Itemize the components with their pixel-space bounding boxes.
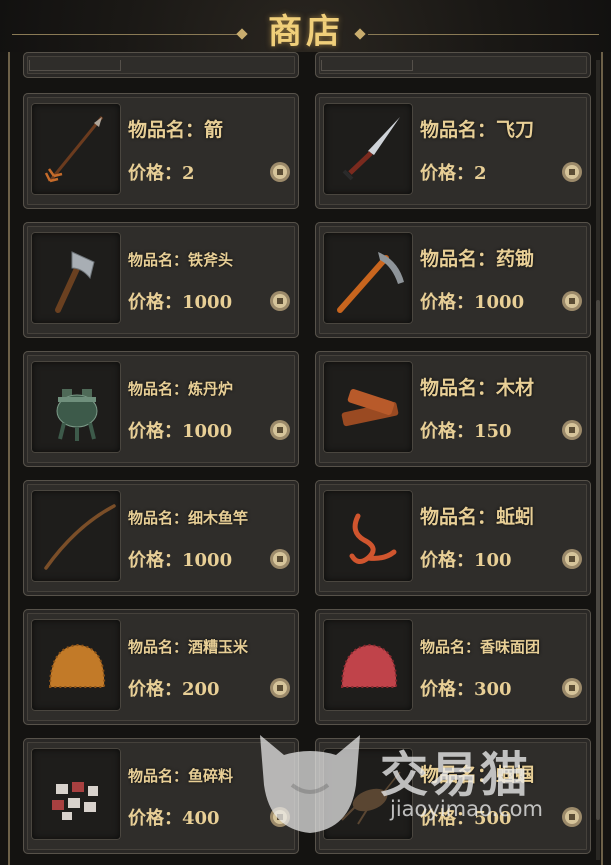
shop-item-card[interactable]: 物品名：药锄 价格：1000 [315, 222, 591, 338]
coin-icon [270, 807, 290, 827]
item-price: 价格：200 [128, 679, 220, 700]
item-price: 价格：150 [420, 421, 512, 442]
iron-axe-icon [55, 251, 95, 313]
cricket-icon [341, 771, 401, 825]
item-slot [323, 619, 413, 711]
item-name: 物品名：药锄 [420, 248, 535, 270]
header-divider-left [12, 34, 242, 35]
dough-bait-icon [340, 643, 398, 688]
item-slot [31, 748, 121, 840]
coin-icon [562, 162, 582, 182]
item-name: 物品名：酒糟玉米 [128, 638, 249, 656]
shop-item-card[interactable]: 物品名：铁斧头 价格：1000 [23, 222, 299, 338]
alchemy-furnace-icon [56, 389, 98, 441]
item-price: 价格：1000 [128, 550, 233, 571]
item-price: 价格：300 [420, 679, 512, 700]
item-slot [31, 619, 121, 711]
item-name: 物品名：细木鱼竿 [128, 509, 249, 527]
coin-icon [270, 549, 290, 569]
shop-item-card[interactable]: 物品名：蝈蝈 价格：500 [315, 738, 591, 854]
item-slot [323, 490, 413, 582]
shop-item-card[interactable]: 物品名：炼丹炉 价格：1000 [23, 351, 299, 467]
throwing-knife-icon [342, 117, 400, 181]
shop-item-card[interactable]: 物品名：飞刀 价格：2 [315, 93, 591, 209]
shop-item-card[interactable]: 物品名：香味面团 价格：300 [315, 609, 591, 725]
item-name: 物品名：箭 [128, 119, 224, 141]
item-name: 物品名：飞刀 [420, 119, 535, 141]
item-name: 物品名：香味面团 [420, 638, 541, 656]
item-price: 价格：1000 [128, 292, 233, 313]
shop-item-card-partial[interactable] [23, 52, 299, 78]
shop-item-card-partial[interactable] [315, 52, 591, 78]
item-price: 价格：400 [128, 808, 220, 829]
page-title: 商店 [268, 12, 344, 52]
corn-bait-icon [48, 643, 106, 688]
fishing-rod-icon [44, 504, 116, 570]
item-price: 价格：2 [128, 163, 195, 184]
item-slot [323, 103, 413, 195]
item-slot [31, 361, 121, 453]
item-name: 物品名：炼丹炉 [128, 380, 234, 398]
item-slot [323, 232, 413, 324]
item-name: 物品名：鱼碎料 [128, 767, 234, 785]
coin-icon [562, 420, 582, 440]
item-slot [31, 490, 121, 582]
coin-icon [270, 678, 290, 698]
fish-bits-icon [52, 782, 98, 820]
item-slot [323, 361, 413, 453]
item-slot [323, 748, 413, 840]
item-name: 物品名：蝈蝈 [420, 764, 535, 786]
item-price: 价格：100 [420, 550, 512, 571]
item-price: 价格：2 [420, 163, 487, 184]
coin-icon [562, 678, 582, 698]
item-price: 价格：1000 [420, 292, 525, 313]
herb-hoe-icon [337, 252, 404, 313]
header-divider-right [368, 34, 599, 35]
coin-icon [562, 291, 582, 311]
item-name: 物品名：木材 [420, 377, 535, 399]
item-name: 物品名：铁斧头 [128, 251, 234, 269]
arrow-icon [44, 116, 104, 183]
earthworm-icon [349, 513, 397, 564]
shop-item-card[interactable]: 物品名：箭 价格：2 [23, 93, 299, 209]
shop-item-card[interactable]: 物品名：酒糟玉米 价格：200 [23, 609, 299, 725]
header-ornament-left [236, 28, 248, 40]
item-slot [31, 232, 121, 324]
coin-icon [562, 807, 582, 827]
coin-icon [270, 420, 290, 440]
coin-icon [562, 549, 582, 569]
shop-item-card[interactable]: 物品名：蚯蚓 价格：100 [315, 480, 591, 596]
shop-item-card[interactable]: 物品名：鱼碎料 价格：400 [23, 738, 299, 854]
item-price: 价格：500 [420, 808, 512, 829]
scrollbar-thumb[interactable] [596, 300, 600, 820]
coin-icon [270, 291, 290, 311]
item-price: 价格：1000 [128, 421, 233, 442]
wood-icon [341, 389, 399, 427]
shop-item-card[interactable]: 物品名：木材 价格：150 [315, 351, 591, 467]
item-slot [31, 103, 121, 195]
shop-item-card[interactable]: 物品名：细木鱼竿 价格：1000 [23, 480, 299, 596]
coin-icon [270, 162, 290, 182]
shop-header: 商店 [0, 0, 611, 52]
item-name: 物品名：蚯蚓 [420, 506, 535, 528]
